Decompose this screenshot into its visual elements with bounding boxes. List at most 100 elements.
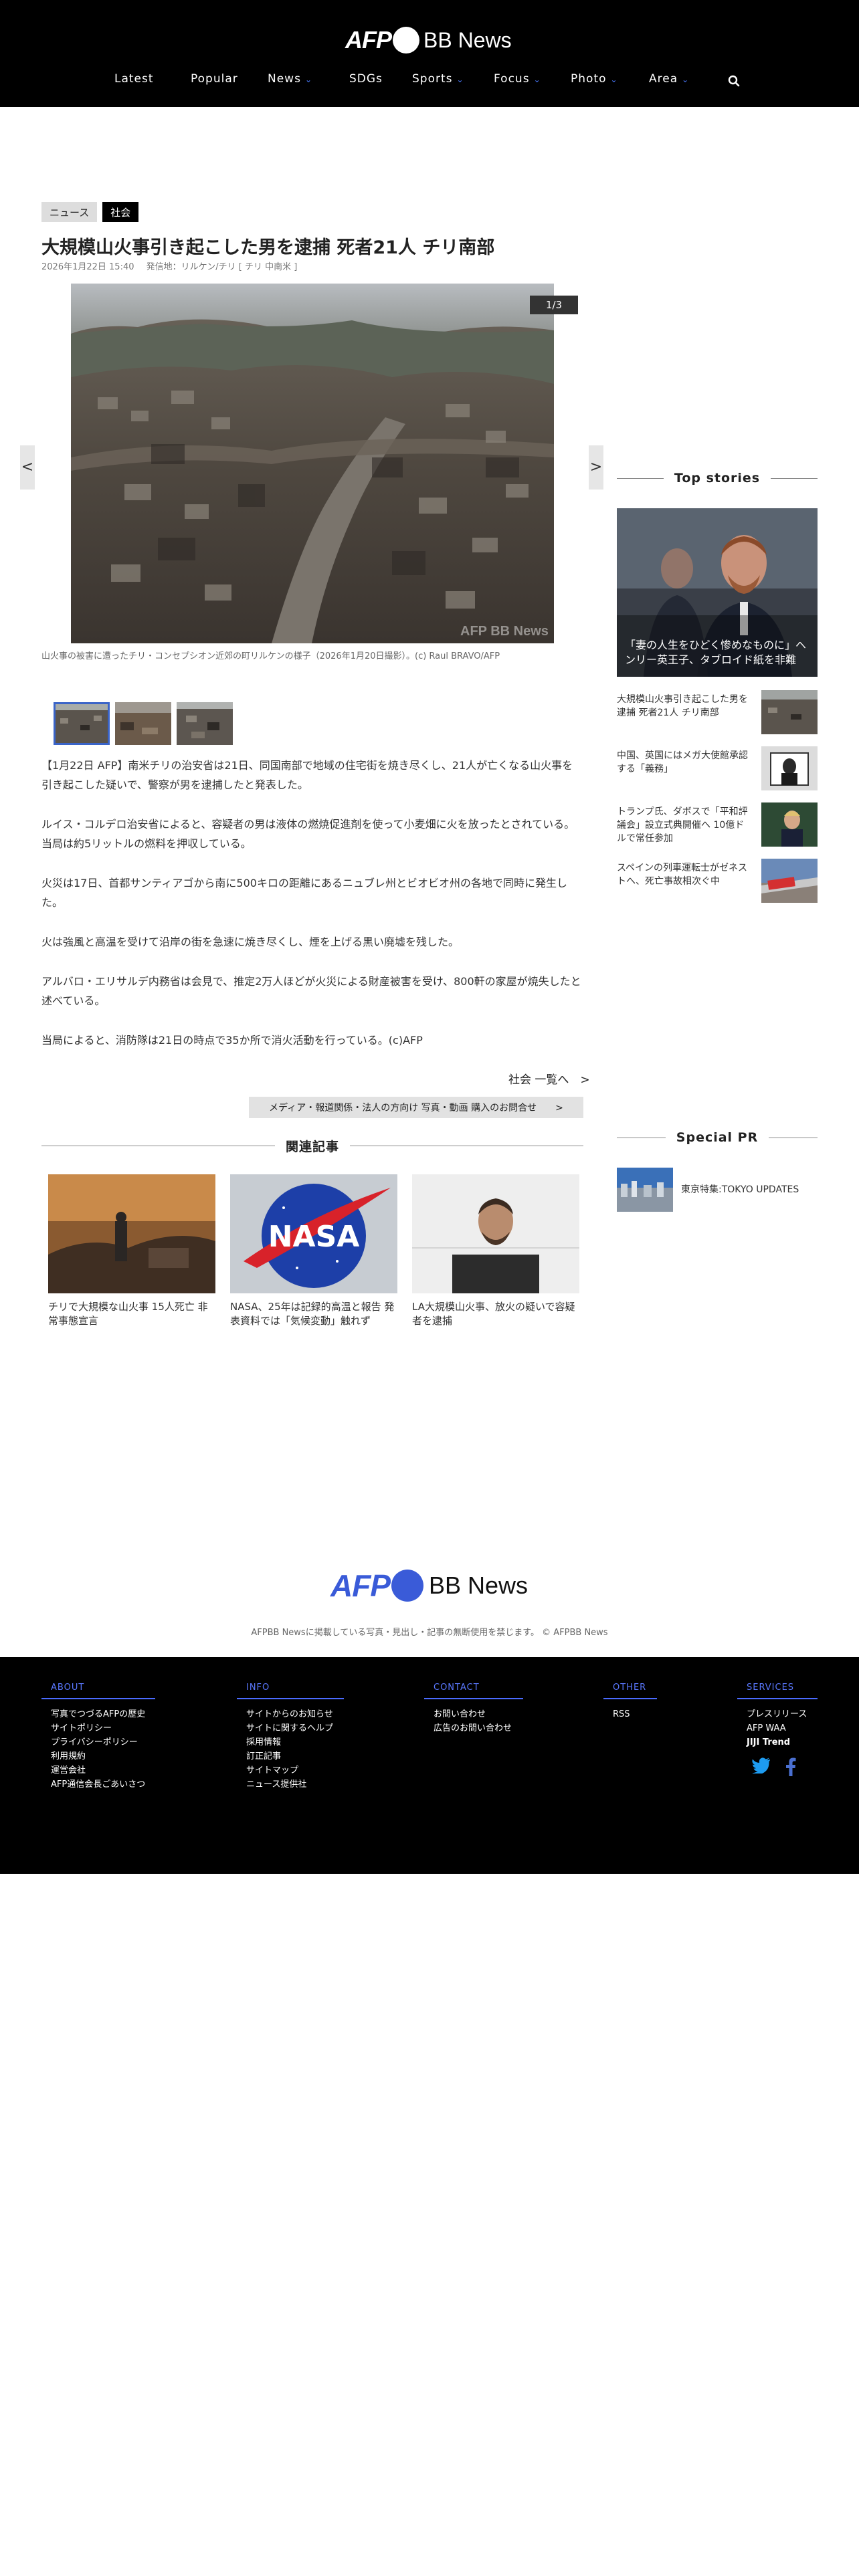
footer-link[interactable]: ニュース提供社 bbox=[246, 1778, 344, 1792]
footer-link[interactable]: 採用情報 bbox=[246, 1735, 344, 1749]
footer-logo[interactable]: AFP BB News bbox=[330, 1568, 528, 1604]
top-story-title: 大規模山火事引き起こした男を逮捕 死者21人 チリ南部 bbox=[617, 694, 748, 718]
article-body: 【1月22日 AFP】南米チリの治安省は21日、同国南部で地域の住宅街を焼き尽く… bbox=[41, 756, 583, 1070]
thumbnail-1[interactable] bbox=[54, 702, 110, 745]
nav-focus[interactable]: Focus ⌄ bbox=[494, 72, 541, 86]
main-nav: Latest Popular News ⌄ SDGs Sports ⌄ Focus ⌄… bbox=[0, 72, 859, 91]
footer-logo-afp: AFP bbox=[330, 1568, 391, 1603]
nav-label: News bbox=[268, 72, 301, 86]
nav-area[interactable]: Area ⌄ bbox=[649, 72, 689, 86]
nav-photo[interactable]: Photo ⌄ bbox=[571, 72, 618, 86]
footer-link[interactable]: 広告のお問い合わせ bbox=[434, 1721, 523, 1735]
slider-next-button[interactable]: > bbox=[589, 445, 603, 490]
footer-link[interactable]: AFP WAA bbox=[747, 1721, 818, 1735]
nav-latest[interactable]: Latest bbox=[114, 72, 154, 86]
top-stories-heading-label: Top stories bbox=[674, 471, 761, 486]
top-story-item[interactable]: 大規模山火事引き起こした男を逮捕 死者21人 チリ南部 bbox=[617, 690, 818, 737]
article-meta: 2026年1月22日 15:40 発信地：リルケン/チリ [ チリ 中南米 ] bbox=[41, 259, 306, 272]
slide-counter: 1/3 bbox=[530, 296, 578, 314]
related-article-title: LA大規模山火事、放火の疑いで容疑者を逮捕 bbox=[412, 1301, 575, 1327]
chevron-down-icon: ⌄ bbox=[456, 75, 464, 84]
nav-sdgs[interactable]: SDGs bbox=[349, 72, 383, 86]
search-icon[interactable] bbox=[728, 75, 740, 87]
footer-link[interactable]: プライバシーポリシー bbox=[51, 1735, 155, 1749]
article-tags: ニュース 社会 bbox=[41, 202, 139, 222]
top-story-item[interactable]: スペインの列車運転士がゼネストへ、死亡事故相次ぐ中 bbox=[617, 859, 818, 905]
footer-link[interactable]: お問い合わせ bbox=[434, 1707, 523, 1721]
twitter-icon[interactable] bbox=[752, 1757, 771, 1774]
media-purchase-button[interactable]: メディア・報道関係・法人の方向け 写真・動画 購入のお問合せ > bbox=[249, 1097, 583, 1118]
footer-logo-bbnews: BB News bbox=[429, 1572, 529, 1599]
footer-column-heading: OTHER bbox=[603, 1683, 657, 1699]
top-story-main[interactable]: 「妻の人生をひどく惨めなものに」ヘンリー英王子、タブロイド紙を非難 bbox=[617, 508, 818, 677]
nav-label: Photo bbox=[571, 72, 607, 86]
related-article-card[interactable]: チリで大規模な山火事 15人死亡 非常事態宣言 bbox=[48, 1174, 215, 1328]
footer-column-heading: CONTACT bbox=[424, 1683, 523, 1699]
footer-link[interactable]: 訂正記事 bbox=[246, 1749, 344, 1763]
footer-link[interactable]: RSS bbox=[613, 1707, 657, 1721]
footer-link[interactable]: 写真でつづるAFPの歴史 bbox=[51, 1707, 155, 1721]
social-links bbox=[737, 1757, 818, 1776]
nav-news[interactable]: News ⌄ bbox=[268, 72, 312, 86]
top-story-title: 中国、英国にはメガ大使館承認する「義務」 bbox=[617, 750, 748, 774]
top-story-thumb bbox=[761, 746, 818, 790]
photo-watermark: AFP BB News bbox=[460, 624, 549, 639]
jiji-trend-link[interactable]: JIJI Trend bbox=[747, 1735, 818, 1749]
nav-label: Area bbox=[649, 72, 678, 86]
photo-slider[interactable]: AFP BB News bbox=[71, 284, 554, 643]
footer-link[interactable]: AFP通信会長ごあいさつ bbox=[51, 1778, 155, 1792]
thumbnail-2[interactable] bbox=[115, 702, 171, 745]
top-story-item[interactable]: トランプ氏、ダボスで「平和評議会」設立式典開催へ 10億ドルで常任参加 bbox=[617, 802, 818, 849]
footer-column-other: OTHER RSS bbox=[603, 1683, 657, 1721]
article-paragraph: 【1月22日 AFP】南米チリの治安省は21日、同国南部で地域の住宅街を焼き尽く… bbox=[41, 759, 573, 791]
footer-link[interactable]: サイトからのお知らせ bbox=[246, 1707, 344, 1721]
wildfire-aerial-photo: AFP BB News bbox=[71, 284, 554, 643]
footer-logo-dot bbox=[391, 1570, 423, 1602]
article-title: 大規模山火事引き起こした男を逮捕 死者21人 チリ南部 bbox=[41, 237, 495, 258]
special-pr-image bbox=[617, 1168, 673, 1212]
category-list-link[interactable]: 社会 一覧へ > bbox=[508, 1070, 590, 1087]
logo-afp: AFP bbox=[345, 26, 392, 53]
related-article-card[interactable]: NASA NASA、25年は記録的高温と報告 発表資料では「気候変動」触れず bbox=[230, 1174, 397, 1328]
nav-label: Focus bbox=[494, 72, 530, 86]
logo-dot bbox=[393, 27, 419, 53]
site-footer: ABOUT 写真でつづるAFPの歴史 サイトポリシー プライバシーポリシー 利用… bbox=[0, 1657, 859, 1874]
special-pr-title: 東京特集:TOKYO UPDATES bbox=[681, 1184, 799, 1195]
footer-link[interactable]: プレスリリース bbox=[747, 1707, 818, 1721]
article-paragraph: アルバロ・エリサルデ内務省は会見で、推定2万人ほどが火災による財産被害を受け、8… bbox=[41, 975, 581, 1007]
footer-link[interactable]: 利用規約 bbox=[51, 1749, 155, 1763]
top-story-thumb bbox=[761, 859, 818, 903]
related-article-image bbox=[48, 1174, 215, 1293]
svg-text:NASA: NASA bbox=[268, 1220, 360, 1254]
nav-popular[interactable]: Popular bbox=[191, 72, 238, 86]
related-article-image bbox=[412, 1174, 579, 1293]
footer-column-heading: SERVICES bbox=[737, 1683, 818, 1699]
related-heading: 関連記事 bbox=[41, 1137, 584, 1155]
article-paragraph: 火は強風と高温を受けて沿岸の街を急速に焼き尽くし、煙を上げる黒い廃墟を残した。 bbox=[41, 936, 460, 948]
slider-thumbnails bbox=[54, 702, 233, 745]
slider-prev-button[interactable]: < bbox=[20, 445, 35, 490]
tag-society[interactable]: 社会 bbox=[102, 202, 139, 222]
related-article-card[interactable]: LA大規模山火事、放火の疑いで容疑者を逮捕 bbox=[412, 1174, 579, 1328]
site-logo[interactable]: AFP BB News bbox=[345, 24, 512, 56]
nav-label: Sports bbox=[412, 72, 453, 86]
footer-link[interactable]: サイトマップ bbox=[246, 1763, 344, 1778]
facebook-icon[interactable] bbox=[785, 1757, 796, 1776]
top-stories-heading: Top stories bbox=[617, 471, 818, 486]
footer-column-heading: ABOUT bbox=[41, 1683, 155, 1699]
special-pr-item[interactable]: 東京特集:TOKYO UPDATES bbox=[617, 1168, 818, 1212]
footer-column-contact: CONTACT お問い合わせ 広告のお問い合わせ bbox=[424, 1683, 523, 1735]
thumbnail-3[interactable] bbox=[177, 702, 233, 745]
article-paragraph: ルイス・コルデロ治安省によると、容疑者の男は液体の燃焼促進剤を使って小麦畑に火を… bbox=[41, 818, 575, 850]
special-pr-heading-label: Special PR bbox=[676, 1130, 759, 1145]
footer-link[interactable]: 運営会社 bbox=[51, 1763, 155, 1778]
nav-sports[interactable]: Sports ⌄ bbox=[412, 72, 464, 86]
footer-link[interactable]: サイトポリシー bbox=[51, 1721, 155, 1735]
article-paragraph: 当局によると、消防隊は21日の時点で35か所で消火活動を行っている。(c)AFP bbox=[41, 1034, 423, 1047]
related-heading-label: 関連記事 bbox=[286, 1140, 340, 1154]
tag-news[interactable]: ニュース bbox=[41, 202, 98, 222]
footer-link[interactable]: サイトに関するヘルプ bbox=[246, 1721, 344, 1735]
top-story-item[interactable]: 中国、英国にはメガ大使館承認する「義務」 bbox=[617, 746, 818, 793]
copyright-text: AFPBB Newsに掲載している写真・見出し・記事の無断使用を禁じます。 © … bbox=[251, 1628, 608, 1638]
chevron-down-icon: ⌄ bbox=[682, 75, 690, 84]
